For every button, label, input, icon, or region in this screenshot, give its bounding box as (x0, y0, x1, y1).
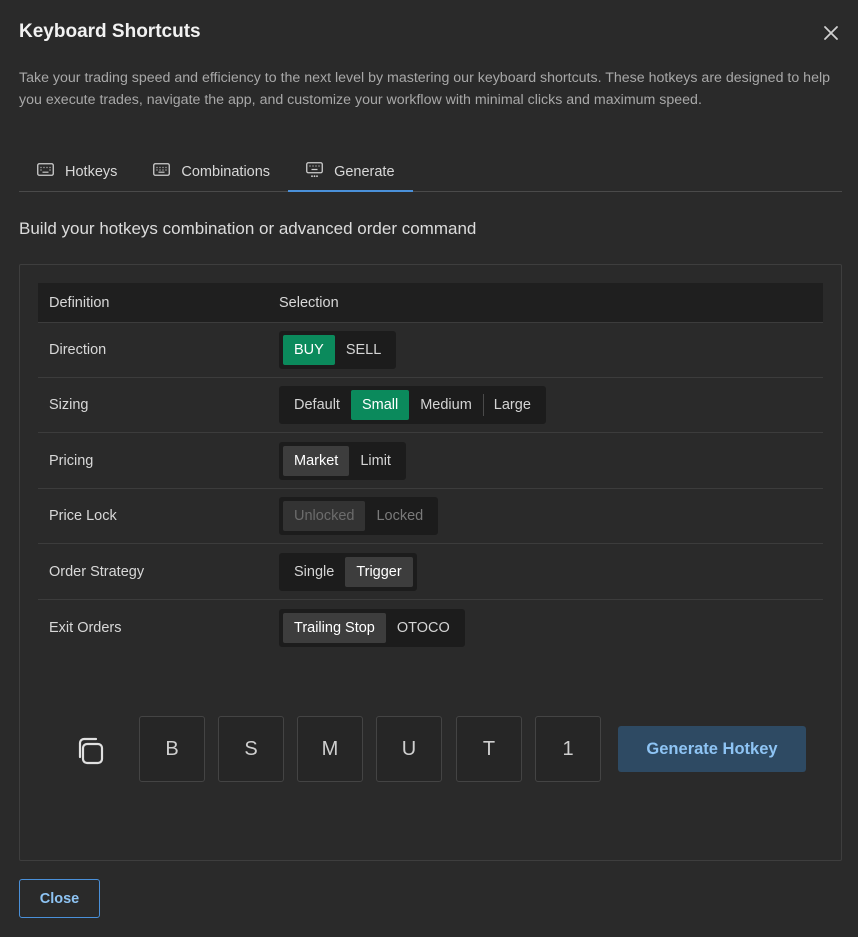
option-otoco[interactable]: OTOCO (386, 613, 461, 643)
option-limit[interactable]: Limit (349, 446, 402, 476)
keyboard-icon (37, 163, 65, 180)
row-label: Order Strategy (49, 564, 145, 580)
option-single[interactable]: Single (283, 557, 345, 587)
price-lock-selector: Unlocked Locked (279, 497, 439, 535)
hotkey-key: 1 (535, 716, 601, 782)
keyboard-icon (153, 163, 181, 180)
column-header-definition: Definition (49, 294, 110, 311)
dialog-description: Take your trading speed and efficiency t… (19, 70, 831, 108)
column-header-selection: Selection (279, 294, 339, 311)
close-icon[interactable] (820, 22, 842, 44)
tab-label: Generate (334, 163, 395, 180)
table-row-direction: Direction BUY SELL (38, 323, 823, 378)
tab-combinations[interactable]: Combinations (135, 152, 288, 191)
hotkey-key: S (218, 716, 284, 782)
option-unlocked: Unlocked (283, 501, 366, 531)
generate-panel: Definition Selection Direction BUY SELL … (19, 264, 842, 861)
option-market[interactable]: Market (283, 446, 350, 476)
row-label: Direction (49, 342, 107, 358)
option-trigger[interactable]: Trigger (345, 557, 413, 587)
pricing-selector: Market Limit (279, 442, 406, 480)
hotkey-key: T (456, 716, 522, 782)
option-sell[interactable]: SELL (335, 335, 392, 365)
order-strategy-selector: Single Trigger (279, 553, 417, 591)
option-default[interactable]: Default (283, 390, 351, 420)
row-label: Sizing (49, 397, 89, 413)
row-label: Price Lock (49, 508, 117, 524)
option-locked: Locked (376, 508, 424, 524)
option-buy[interactable]: BUY (283, 335, 335, 365)
direction-selector: BUY SELL (279, 331, 397, 369)
option-large[interactable]: Large (482, 390, 542, 420)
tab-label: Combinations (181, 163, 271, 180)
row-label: Pricing (49, 453, 94, 469)
copy-icon[interactable] (74, 735, 106, 767)
exit-orders-selector: Trailing Stop OTOCO (279, 608, 465, 647)
tab-label: Hotkeys (65, 163, 118, 180)
hotkey-key: B (139, 716, 205, 782)
table-header: Definition Selection (38, 283, 823, 323)
close-button[interactable]: Close (19, 879, 100, 918)
dialog-title: Keyboard Shortcuts (19, 21, 201, 42)
option-small[interactable]: Small (350, 390, 410, 420)
table-row-exit-orders: Exit Orders Trailing Stop OTOCO (38, 600, 823, 655)
sizing-selector: Default Small Medium Large (279, 386, 546, 424)
generate-hotkey-button[interactable]: Generate Hotkey (618, 726, 806, 772)
tab-hotkeys[interactable]: Hotkeys (19, 152, 135, 191)
table-row-pricing: Pricing Market Limit (38, 434, 823, 489)
table-row-order-strategy: Order Strategy Single Trigger (38, 545, 823, 600)
keyboard-shortcuts-dialog: Keyboard Shortcuts Take your trading spe… (0, 0, 858, 937)
keyboard-settings-icon (306, 161, 334, 182)
hotkey-key: M (297, 716, 363, 782)
row-label: Exit Orders (49, 619, 122, 636)
table-row-price-lock: Price Lock Unlocked Locked (38, 489, 823, 544)
generate-subtitle: Build your hotkeys combination or advanc… (19, 219, 477, 238)
tab-bar: Hotkeys Combinations Generate (19, 152, 842, 192)
option-trailing-stop[interactable]: Trailing Stop (283, 612, 386, 643)
hotkey-key: U (376, 716, 442, 782)
table-row-sizing: Sizing Default Small Medium Large (38, 378, 823, 433)
tab-generate[interactable]: Generate (288, 152, 414, 192)
option-medium[interactable]: Medium (409, 390, 483, 420)
